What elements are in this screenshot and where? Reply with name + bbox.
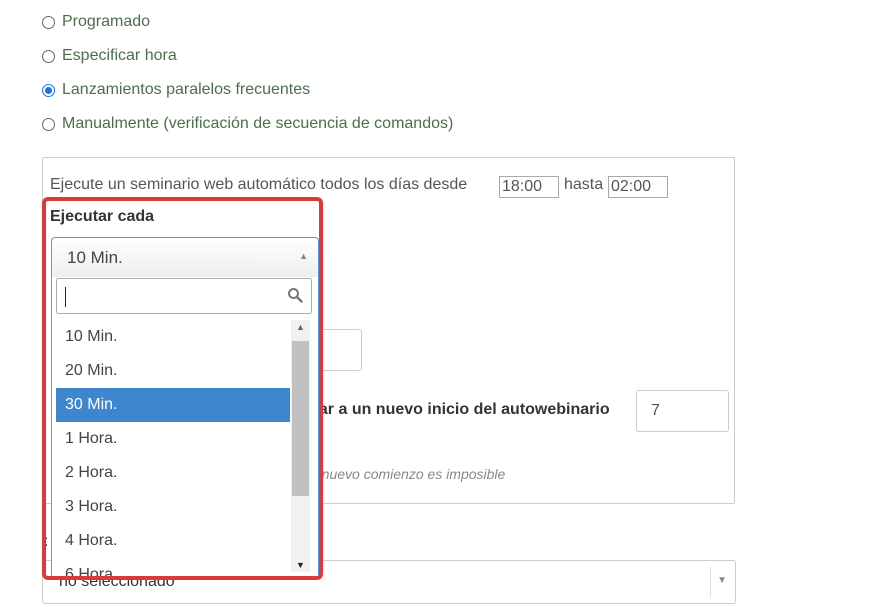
radio-label: Manualmente (verificación de secuencia d…: [62, 115, 454, 132]
to-time-input[interactable]: [608, 176, 668, 198]
radio-label: Programado: [62, 13, 151, 30]
dropdown-option[interactable]: 6 Hora.: [56, 558, 290, 576]
scroll-down-arrow-icon[interactable]: ▼: [296, 560, 305, 570]
interval-label: Ejecutar cada: [50, 208, 155, 225]
dropdown-search-input[interactable]: [56, 278, 312, 314]
select-separator: [710, 567, 711, 597]
interval-selected-value: 10 Min.: [67, 248, 123, 267]
radio-option-especificar-hora[interactable]: Especificar hora: [42, 45, 177, 67]
schedule-prefix-text: Ejecute un seminario web automático todo…: [50, 176, 468, 193]
radio-label: Lanzamientos paralelos frecuentes: [62, 81, 311, 98]
interval-select[interactable]: 10 Min. ▲: [51, 237, 319, 277]
radio-button[interactable]: [42, 15, 55, 29]
chevron-up-icon[interactable]: ▲: [299, 251, 308, 261]
scroll-up-arrow-icon[interactable]: ▲: [296, 322, 305, 332]
dropdown-option[interactable]: 2 Hora.: [56, 456, 290, 490]
from-time-input[interactable]: [499, 176, 559, 198]
bottom-label-fragment: :: [44, 533, 49, 550]
radio-button[interactable]: [42, 49, 55, 63]
dropdown-option[interactable]: 1 Hora.: [56, 422, 290, 456]
dropdown-options-list: 10 Min. 20 Min. 30 Min. 1 Hora. 2 Hora. …: [56, 320, 290, 576]
search-icon: [287, 287, 303, 308]
dropdown-option[interactable]: 10 Min.: [56, 320, 290, 354]
restart-days-input[interactable]: [636, 390, 729, 432]
dropdown-option[interactable]: 3 Hora.: [56, 490, 290, 524]
chevron-down-icon[interactable]: ▼: [717, 575, 727, 586]
restart-note: n nuevo comienzo es imposible: [310, 466, 506, 482]
radio-label: Especificar hora: [62, 47, 177, 64]
schedule-mid-text: hasta: [564, 176, 604, 193]
restart-label: sar a un nuevo inicio del autowebinario: [310, 401, 610, 418]
dropdown-scrollbar[interactable]: ▲ ▼: [291, 320, 310, 572]
radio-option-programado[interactable]: Programado: [42, 11, 150, 33]
scrollbar-thumb[interactable]: [292, 341, 309, 496]
radio-option-manualmente[interactable]: Manualmente (verificación de secuencia d…: [42, 113, 453, 135]
dropdown-option-highlighted[interactable]: 30 Min.: [56, 388, 290, 422]
dropdown-option[interactable]: 20 Min.: [56, 354, 290, 388]
radio-button-checked[interactable]: [42, 83, 55, 97]
radio-option-lanzamientos[interactable]: Lanzamientos paralelos frecuentes: [42, 79, 310, 101]
text-cursor: [65, 287, 66, 307]
radio-button[interactable]: [42, 117, 55, 131]
dropdown-option[interactable]: 4 Hora.: [56, 524, 290, 558]
